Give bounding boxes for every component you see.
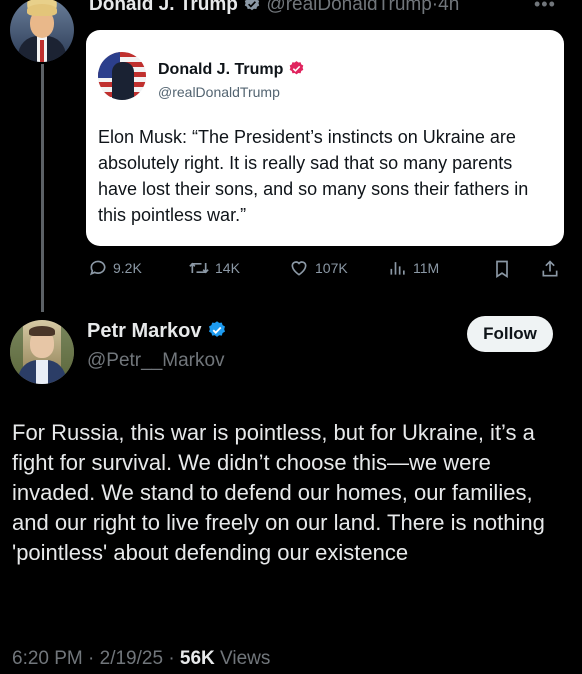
avatar-tie — [40, 40, 44, 62]
like-count: 107K — [315, 260, 348, 276]
reply-author-name-row: Petr Markov — [87, 320, 227, 343]
tweet-timestamp[interactable]: 6:20 PM · 2/19/25 · — [12, 648, 180, 669]
reply-count: 9.2K — [113, 260, 142, 276]
parent-tweet-time[interactable]: 4h — [438, 0, 459, 15]
reply-button[interactable]: 9.2K — [88, 258, 142, 278]
avatar-hair — [29, 326, 55, 336]
like-button[interactable]: 107K — [288, 258, 348, 278]
reply-icon — [89, 260, 106, 276]
quoted-author-name-row: Donald J. Trump — [158, 60, 305, 79]
views-count: 11M — [413, 260, 440, 276]
share-button[interactable] — [540, 258, 560, 280]
avatar-figure — [112, 62, 134, 100]
verified-badge-icon — [289, 61, 304, 75]
views-total: 56K — [179, 648, 215, 669]
more-options-icon[interactable]: ••• — [534, 0, 556, 15]
like-icon — [291, 261, 307, 276]
tweet-metadata: 6:20 PM · 2/19/25 · 56K Views — [12, 648, 270, 670]
retweet-icon — [189, 262, 209, 274]
quoted-tweet-text: Elon Musk: “The President’s instincts on… — [98, 127, 529, 225]
verified-badge-icon — [244, 0, 260, 11]
reply-tweet-text: For Russia, this war is pointless, but f… — [12, 420, 545, 565]
quoted-author-avatar[interactable] — [98, 52, 146, 100]
retweet-button[interactable]: 14K — [188, 258, 240, 278]
reply-author-handle[interactable]: @Petr__Markov — [87, 350, 225, 372]
quoted-author-handle[interactable]: @realDonaldTrump — [158, 84, 280, 100]
thread-connector-line — [41, 64, 44, 312]
retweet-count: 14K — [215, 260, 240, 276]
quoted-tweet-card[interactable]: Donald J. Trump @realDonaldTrump Elon Mu… — [86, 30, 564, 246]
reply-author-name[interactable]: Petr Markov — [87, 320, 202, 342]
views-button[interactable]: 11M — [388, 258, 439, 278]
tweet-action-bar: 9.2K 14K 107K 11M — [88, 258, 568, 284]
avatar-shirt — [36, 360, 48, 384]
author-avatar-petr[interactable] — [10, 320, 74, 384]
quoted-author-name[interactable]: Donald J. Trump — [158, 61, 283, 78]
parent-tweet-header: Donald J. Trump @realDonaldTrump·4h — [89, 0, 459, 16]
parent-author-handle[interactable]: @realDonaldTrump — [266, 0, 431, 15]
follow-button[interactable]: Follow — [467, 316, 553, 352]
views-icon — [390, 262, 405, 275]
verified-badge-icon — [209, 321, 226, 337]
avatar-hair — [27, 4, 57, 16]
parent-author-name[interactable]: Donald J. Trump — [89, 0, 238, 15]
bookmark-button[interactable] — [492, 258, 512, 280]
bookmark-icon — [496, 260, 508, 279]
author-avatar-trump[interactable] — [10, 0, 74, 62]
share-icon — [542, 260, 558, 277]
views-label: Views — [214, 648, 271, 669]
